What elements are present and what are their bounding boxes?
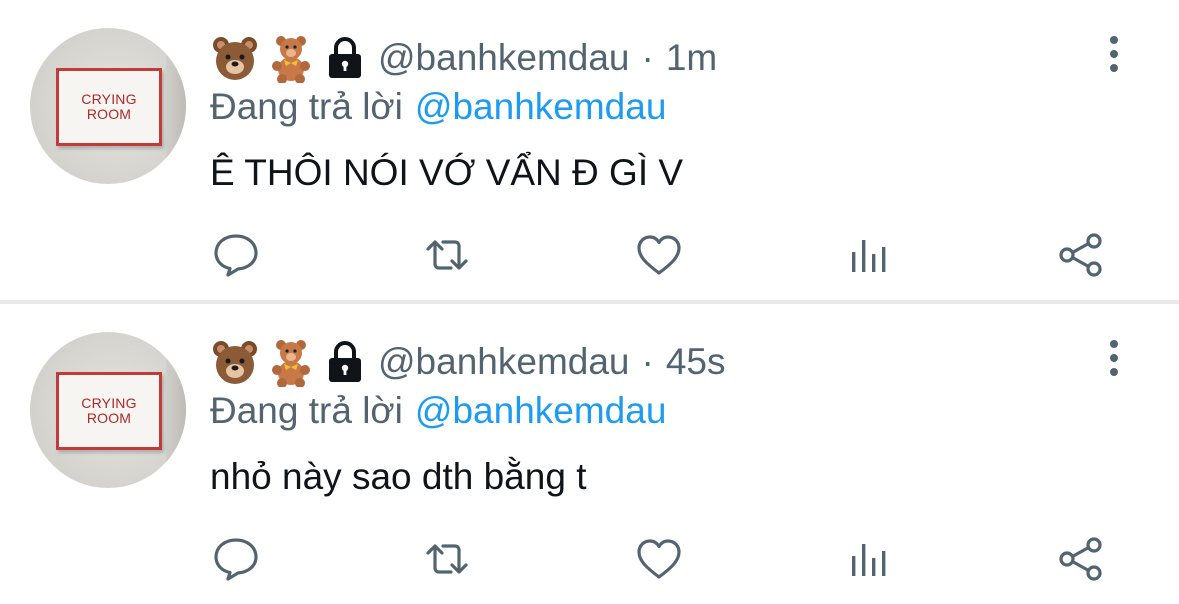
avatar-sign: CRYING ROOM bbox=[56, 68, 162, 146]
avatar-sign-line: CRYING bbox=[81, 395, 137, 411]
avatar-wall-edge bbox=[166, 28, 186, 184]
tweet-text: Ê THÔI NÓI VỚ VẨN Đ GÌ V bbox=[210, 152, 684, 193]
avatar[interactable]: CRYING ROOM bbox=[30, 332, 186, 488]
like-icon bbox=[637, 539, 681, 579]
reply-icon bbox=[214, 538, 258, 581]
replying-to: Đang trả lời @banhkemdau bbox=[210, 386, 666, 436]
reply-icon bbox=[214, 234, 258, 277]
tweet-time[interactable]: 45s bbox=[666, 341, 726, 383]
replying-to: Đang trả lời @banhkemdau bbox=[210, 82, 666, 132]
action-bar bbox=[0, 534, 1179, 586]
teddy-bear-icon bbox=[272, 340, 310, 387]
tweet-header: @banhkemdau · 45s bbox=[210, 334, 726, 390]
lock-icon bbox=[329, 341, 361, 382]
like-icon bbox=[637, 235, 681, 275]
avatar-sign: CRYING ROOM bbox=[56, 372, 162, 450]
replying-mention[interactable]: @banhkemdau bbox=[415, 86, 667, 128]
retweet-button[interactable] bbox=[422, 534, 472, 584]
avatar-sign-line: ROOM bbox=[86, 106, 132, 122]
analytics-icon bbox=[852, 544, 886, 576]
share-icon bbox=[1059, 537, 1102, 581]
analytics-icon bbox=[852, 240, 886, 272]
reply-button[interactable] bbox=[211, 230, 261, 280]
retweet-button[interactable] bbox=[422, 230, 472, 280]
avatar-sign-line: ROOM bbox=[86, 410, 132, 426]
separator-dot: · bbox=[641, 37, 654, 78]
reply-button[interactable] bbox=[211, 534, 261, 584]
replying-mention[interactable]: @banhkemdau bbox=[415, 390, 667, 432]
tweet-time[interactable]: 1m bbox=[666, 37, 717, 79]
bear-face-icon bbox=[213, 341, 257, 384]
tweet[interactable]: CRYING ROOM @banhkemda bbox=[0, 0, 1179, 300]
separator-dot: · bbox=[641, 341, 654, 382]
share-icon bbox=[1059, 233, 1102, 277]
tweet-header: @banhkemdau · 1m bbox=[210, 30, 717, 86]
replying-label: Đang trả lời bbox=[210, 390, 403, 431]
tweet-text: nhỏ này sao dth bằng t bbox=[210, 456, 587, 497]
share-button[interactable] bbox=[1056, 534, 1106, 584]
avatar-wall-edge bbox=[166, 332, 186, 488]
avatar-sign-line: CRYING bbox=[81, 91, 137, 107]
tweet[interactable]: CRYING ROOM @banhkemda bbox=[0, 304, 1179, 604]
replying-label: Đang trả lời bbox=[210, 86, 403, 127]
analytics-button[interactable] bbox=[845, 534, 895, 584]
more-options-icon[interactable] bbox=[1098, 32, 1130, 76]
retweet-icon bbox=[426, 544, 468, 574]
share-button[interactable] bbox=[1056, 230, 1106, 280]
avatar[interactable]: CRYING ROOM bbox=[30, 28, 186, 184]
retweet-icon bbox=[426, 240, 468, 270]
teddy-bear-icon bbox=[272, 36, 310, 83]
bear-face-icon bbox=[213, 37, 257, 80]
author-handle[interactable]: @banhkemdau bbox=[378, 341, 630, 383]
more-options-icon[interactable] bbox=[1098, 336, 1130, 380]
action-bar bbox=[0, 230, 1179, 282]
like-button[interactable] bbox=[634, 534, 684, 584]
lock-icon bbox=[329, 37, 361, 78]
author-handle[interactable]: @banhkemdau bbox=[378, 37, 630, 79]
analytics-button[interactable] bbox=[845, 230, 895, 280]
like-button[interactable] bbox=[634, 230, 684, 280]
